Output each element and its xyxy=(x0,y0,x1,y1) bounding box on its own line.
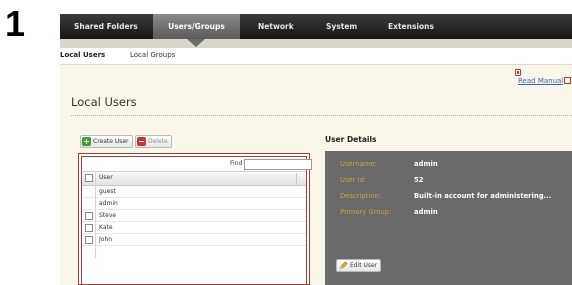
user-name: Steve xyxy=(99,212,117,219)
user-column-header[interactable]: User xyxy=(82,173,306,186)
username-value: admin xyxy=(414,160,438,168)
user-id-label: User Id: xyxy=(340,176,367,184)
row-checkbox[interactable] xyxy=(85,236,93,244)
delete-button[interactable]: − Delete xyxy=(135,135,172,148)
primary-group-label: Primary Group: xyxy=(340,208,392,216)
edit-user-label: Edit User xyxy=(350,262,378,269)
read-manual-link[interactable]: Read Manual xyxy=(518,77,563,85)
user-name: John xyxy=(99,236,113,243)
user-details-panel: Username: admin User Id: 52 Description:… xyxy=(325,151,572,285)
header-divider xyxy=(296,173,297,186)
user-id-value: 52 xyxy=(414,176,424,184)
table-row[interactable]: Steve xyxy=(82,211,306,222)
table-row[interactable]: guest xyxy=(82,187,306,198)
create-user-label: Create User xyxy=(93,138,129,145)
user-name: Kate xyxy=(99,224,113,231)
title-divider xyxy=(71,115,572,116)
minus-icon: − xyxy=(137,137,146,146)
table-row[interactable]: John xyxy=(82,235,306,246)
row-checkbox[interactable] xyxy=(85,224,93,232)
delete-label: Delete xyxy=(148,138,168,145)
tab-system[interactable]: System xyxy=(326,14,357,39)
column-header-label: User xyxy=(99,174,113,181)
username-label: Username: xyxy=(340,160,377,168)
table-row[interactable]: admin xyxy=(82,199,306,210)
sub-navigation: Local Users Local Groups xyxy=(60,48,572,65)
user-name: guest xyxy=(99,188,116,195)
nav-divider xyxy=(60,39,572,48)
external-link-icon[interactable] xyxy=(564,77,571,84)
find-input[interactable] xyxy=(244,159,312,170)
tab-shared-folders[interactable]: Shared Folders xyxy=(74,14,138,39)
find-label: Find xyxy=(230,160,243,167)
description-label: Description: xyxy=(340,192,382,200)
app-screen: Shared Folders Users/Groups Network Syst… xyxy=(60,14,572,285)
document-icon xyxy=(515,69,521,76)
user-name: admin xyxy=(99,200,118,207)
pencil-icon xyxy=(339,261,348,270)
create-user-button[interactable]: + Create User xyxy=(80,135,133,148)
description-value: Built-in account for administering... xyxy=(414,192,552,200)
tab-network[interactable]: Network xyxy=(258,14,294,39)
user-list-panel: Find User guest admin Steve Kate John xyxy=(78,153,312,285)
table-row[interactable]: Kate xyxy=(82,223,306,234)
primary-group-value: admin xyxy=(414,208,438,216)
edit-user-button[interactable]: Edit User xyxy=(336,259,382,272)
page-title: Local Users xyxy=(71,95,137,109)
tab-extensions[interactable]: Extensions xyxy=(388,14,434,39)
row-checkbox[interactable] xyxy=(85,212,93,220)
active-tab-pointer xyxy=(187,39,205,47)
subtab-local-users[interactable]: Local Users xyxy=(60,51,105,59)
user-list-grid: Find User guest admin Steve Kate John xyxy=(81,156,312,285)
plus-icon: + xyxy=(82,137,91,146)
top-navigation: Shared Folders Users/Groups Network Syst… xyxy=(60,14,572,39)
tab-users-groups[interactable]: Users/Groups xyxy=(153,14,240,39)
select-all-checkbox[interactable] xyxy=(85,174,93,182)
user-details-heading: User Details xyxy=(325,135,377,144)
subtab-local-groups[interactable]: Local Groups xyxy=(130,51,175,59)
step-number: 1 xyxy=(5,3,26,44)
find-bar: Find xyxy=(82,157,312,172)
